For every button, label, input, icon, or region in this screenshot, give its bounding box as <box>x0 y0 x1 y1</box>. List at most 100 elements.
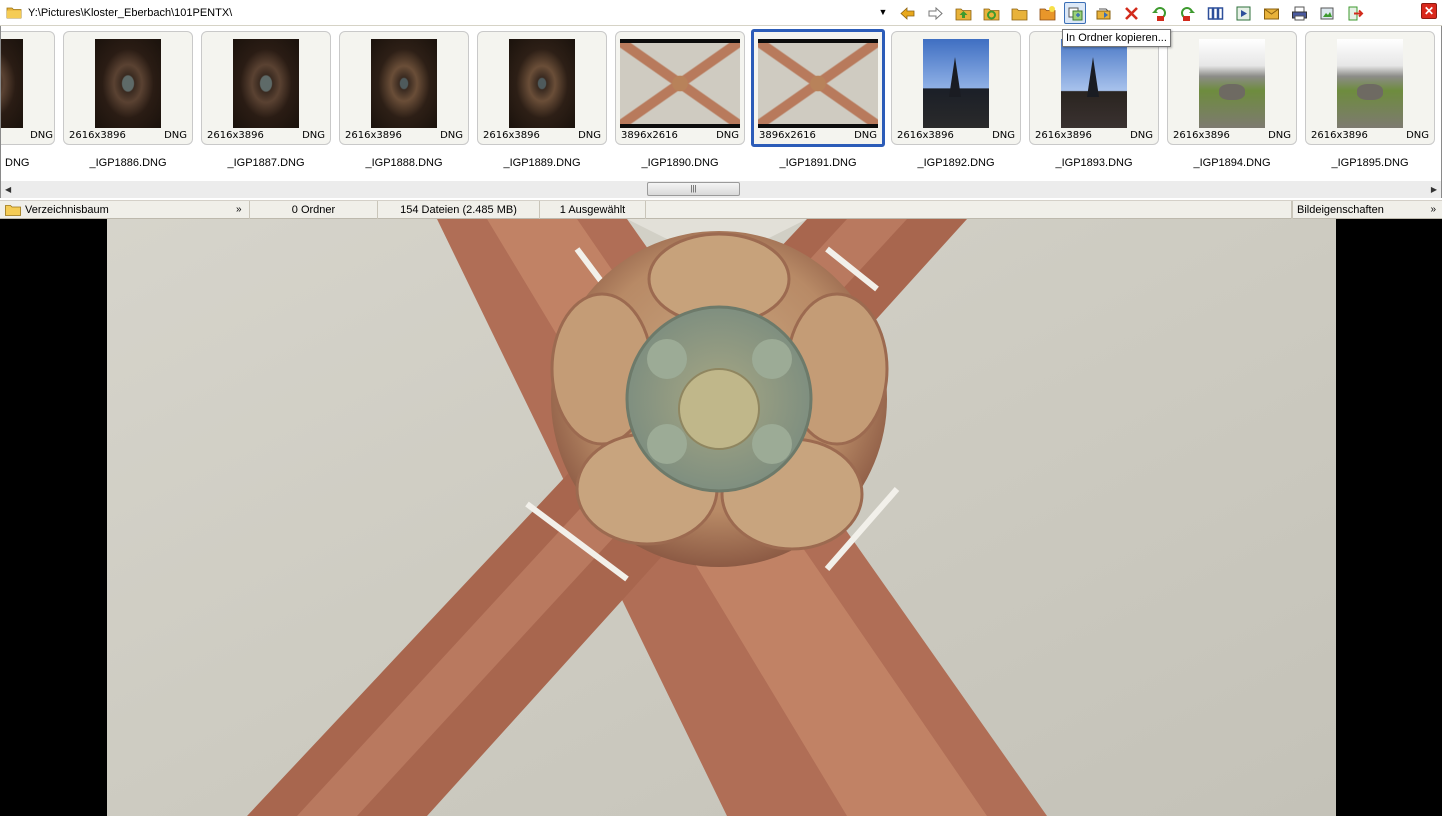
thumbnail-image <box>371 39 437 128</box>
move-to-folder-button[interactable] <box>1092 2 1114 24</box>
thumbnail-dimensions: 3896x2616 <box>621 130 678 141</box>
thumbnail-dimensions: 2616x3896 <box>1173 130 1230 141</box>
thumbnail-filename: _IGP1895.DNG <box>1331 157 1409 169</box>
thumbnail-filetype: DNG <box>1406 130 1429 141</box>
thumbnail-item[interactable]: 2616x3896 DNG _IGP1887.DNG <box>201 31 331 169</box>
thumbnail-filetype: DNG <box>30 130 53 141</box>
thumbnail-dimensions: 2616x3896 <box>897 130 954 141</box>
path-dropdown-arrow-icon[interactable]: ▼ <box>876 4 890 21</box>
exit-button[interactable] <box>1344 2 1366 24</box>
thumbnail-item[interactable]: 2616x3896 DNG _IGP1893.DNG <box>1029 31 1159 169</box>
thumbnail-meta: 2616x3896 DNG <box>897 130 1015 142</box>
thumbnail-filetype: DNG <box>716 130 739 141</box>
thumbnail-image <box>1061 39 1127 128</box>
directory-tree-label: Verzeichnisbaum <box>25 204 109 216</box>
status-spacer <box>646 201 1292 219</box>
thumbnail-item[interactable]: 3896x2616 DNG _IGP1890.DNG <box>615 31 745 169</box>
scroll-right-arrow-icon[interactable]: ▶ <box>1427 184 1437 195</box>
folder-icon <box>6 7 22 19</box>
thumbnail-image <box>923 39 989 128</box>
file-count: 154 Dateien (2.485 MB) <box>378 201 540 219</box>
image-browser-window: Y:\Pictures\Kloster_Eberbach\101PENTX\ ▼… <box>0 0 1442 816</box>
slideshow-icon <box>1236 6 1250 20</box>
rotate-left-button[interactable] <box>1148 2 1170 24</box>
folder-icon <box>5 205 21 216</box>
arrow-right-button[interactable] <box>924 2 946 24</box>
thumbnail-dimensions: 2616x3896 <box>1035 130 1092 141</box>
email-button[interactable] <box>1260 2 1282 24</box>
thumbnail-meta: 3896x2616 DNG <box>759 130 877 142</box>
folder-up-button[interactable] <box>952 2 974 24</box>
preview-image <box>107 219 1336 816</box>
delete-button[interactable] <box>1120 2 1142 24</box>
thumbnail-dimensions: 2616x3896 <box>69 130 126 141</box>
thumbnail-filename: _IGP1891.DNG <box>779 157 857 169</box>
directory-tree-toggle[interactable]: Verzeichnisbaum » <box>0 201 250 219</box>
new-folder-button[interactable] <box>1036 2 1058 24</box>
slideshow-button[interactable] <box>1232 2 1254 24</box>
toolbar-buttons <box>896 2 1372 24</box>
thumbnail-image <box>758 39 878 128</box>
arrow-left-icon <box>899 6 914 20</box>
thumbnail-meta: 2616x3896 DNG <box>483 130 601 142</box>
arrow-left-button[interactable] <box>896 2 918 24</box>
expand-chevron-icon[interactable]: » <box>236 201 242 219</box>
image-viewer[interactable] <box>0 219 1442 816</box>
thumbnail-filename: _IGP1893.DNG <box>1055 157 1133 169</box>
refresh-folder-icon <box>983 8 999 20</box>
thumbnail-meta: 3896x2616 DNG <box>621 130 739 142</box>
scroll-left-arrow-icon[interactable]: ◀ <box>5 184 15 195</box>
thumbnail-meta: 2616x3896 DNG <box>1173 130 1291 142</box>
thumbnail-image <box>1199 39 1265 128</box>
rotate-right-button[interactable] <box>1176 2 1198 24</box>
thumbnail-strip[interactable]: DNG DNG 2616x3896 DNG _IGP1886.DNG 2616x3896 D… <box>0 26 1442 181</box>
horizontal-scrollbar[interactable]: ◀ ||| ▶ <box>0 181 1442 198</box>
thumbnail-image <box>95 39 161 128</box>
edit-image-button[interactable] <box>1316 2 1338 24</box>
vault-boss-photo <box>107 219 1336 816</box>
thumbnail-image <box>1 39 23 128</box>
path-input[interactable]: Y:\Pictures\Kloster_Eberbach\101PENTX\ <box>24 3 890 22</box>
thumbnail-filename: DNG <box>5 157 30 169</box>
thumbnail-dimensions: 2616x3896 <box>1311 130 1368 141</box>
thumbnail-meta: 2616x3896 DNG <box>69 130 187 142</box>
thumbnail-meta: 2616x3896 DNG <box>1035 130 1153 142</box>
folder-button[interactable] <box>1008 2 1030 24</box>
arrow-right-icon <box>928 6 943 20</box>
thumbnail-item[interactable]: 2616x3896 DNG _IGP1889.DNG <box>477 31 607 169</box>
scrollbar-thumb[interactable]: ||| <box>647 182 740 196</box>
thumbnail-image <box>620 39 740 128</box>
thumbnail-dimensions: 2616x3896 <box>483 130 540 141</box>
thumbnail-item[interactable]: 2616x3896 DNG _IGP1892.DNG <box>891 31 1021 169</box>
print-button[interactable] <box>1288 2 1310 24</box>
copy-to-folder-button[interactable] <box>1064 2 1086 24</box>
print-icon <box>1291 6 1307 20</box>
thumbnail-item[interactable]: 2616x3896 DNG _IGP1894.DNG <box>1167 31 1297 169</box>
copy-to-folder-icon <box>1068 7 1082 20</box>
image-properties-label: Bildeigenschaften <box>1297 204 1384 216</box>
compare-button[interactable] <box>1204 2 1226 24</box>
refresh-folder-button[interactable] <box>980 2 1002 24</box>
thumbnail-dimensions: 3896x2616 <box>759 130 816 141</box>
thumbnail-filename: _IGP1886.DNG <box>89 157 167 169</box>
rotate-left-icon <box>1151 6 1166 21</box>
thumbnail-dimensions: 2616x3896 <box>345 130 402 141</box>
thumbnail-item[interactable]: 2616x3896 DNG _IGP1888.DNG <box>339 31 469 169</box>
thumbnail-item[interactable]: DNG DNG <box>1 31 55 169</box>
thumbnail-filename: _IGP1889.DNG <box>503 157 581 169</box>
thumbnail-item[interactable]: 3896x2616 DNG _IGP1891.DNG <box>751 29 885 169</box>
thumbnail-image <box>509 39 575 128</box>
thumbnail-meta: 2616x3896 DNG <box>207 130 325 142</box>
thumbnail-item[interactable]: 2616x3896 DNG _IGP1886.DNG <box>63 31 193 169</box>
image-properties-toggle[interactable]: Bildeigenschaften » <box>1292 201 1442 219</box>
thumbnail-filetype: DNG <box>992 130 1015 141</box>
email-icon <box>1263 8 1279 19</box>
expand-chevron-icon[interactable]: » <box>1430 201 1436 219</box>
edit-image-icon <box>1320 7 1333 19</box>
thumbnail-filename: _IGP1892.DNG <box>917 157 995 169</box>
close-icon[interactable]: ✕ <box>1421 3 1437 19</box>
thumbnail-meta: 2616x3896 DNG <box>345 130 463 142</box>
thumbnail-item[interactable]: 2616x3896 DNG _IGP1895.DNG <box>1305 31 1435 169</box>
thumbnail-filetype: DNG <box>854 130 877 141</box>
thumbnail-filetype: DNG <box>578 130 601 141</box>
